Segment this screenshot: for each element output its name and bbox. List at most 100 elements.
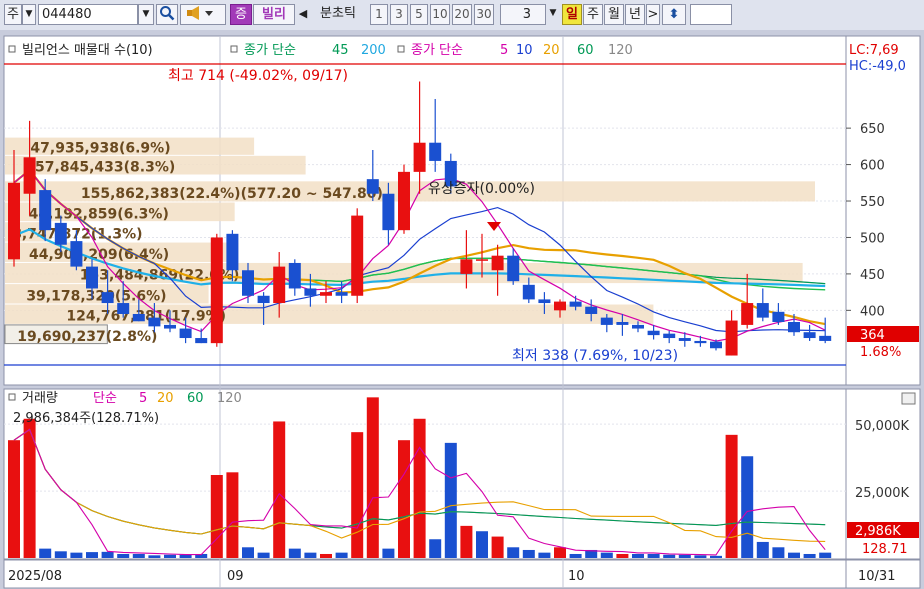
candle-body bbox=[366, 179, 379, 194]
unit-week-button[interactable]: 주 bbox=[583, 4, 603, 25]
sort-icon[interactable]: ⬍ bbox=[662, 4, 686, 25]
volume-bar bbox=[554, 547, 566, 558]
candle-body bbox=[819, 335, 832, 341]
volume-bar bbox=[39, 548, 52, 558]
volume-bar bbox=[351, 432, 364, 558]
count-dropdown-icon[interactable]: ▼ bbox=[546, 4, 560, 25]
price-tick-label: 600 bbox=[860, 159, 885, 174]
period-5-button[interactable]: 5 bbox=[410, 4, 428, 25]
volume-bar bbox=[164, 554, 176, 558]
volume-legend-120: 120 bbox=[217, 391, 242, 406]
volume-bar bbox=[257, 552, 270, 558]
volume-profile-label: 19,690,237(2.8%) bbox=[17, 329, 157, 345]
candle-body bbox=[351, 215, 364, 296]
max-annotation: 최고 714 (-49.02%, 09/17) bbox=[168, 68, 348, 84]
count-input[interactable]: 3 bbox=[500, 4, 546, 25]
market-select[interactable]: 주 bbox=[4, 4, 22, 25]
legend-b-value-5: 5 bbox=[500, 43, 508, 58]
candle-body bbox=[429, 142, 442, 161]
min-annotation: 최저 338 (7.69%, 10/23) bbox=[512, 348, 678, 364]
volume-bar bbox=[148, 555, 161, 558]
volume-title: 거래량 bbox=[22, 391, 58, 406]
candle-body bbox=[632, 324, 644, 329]
period-30-button[interactable]: 30 bbox=[474, 4, 494, 25]
flag-badge: 증 bbox=[230, 4, 252, 25]
volume-bar bbox=[600, 552, 613, 558]
unit-year-button[interactable]: 년 bbox=[625, 4, 645, 25]
period-3-button[interactable]: 3 bbox=[390, 4, 408, 25]
volume-bar bbox=[444, 442, 457, 558]
prev-button[interactable]: ◀ bbox=[297, 4, 309, 25]
period-10-button[interactable]: 10 bbox=[430, 4, 450, 25]
candle-body bbox=[304, 288, 317, 296]
volume-bar bbox=[429, 539, 442, 558]
code-input[interactable]: 044480 bbox=[38, 4, 138, 25]
volume-last-value: 2,986K bbox=[855, 524, 901, 539]
candle-body bbox=[788, 322, 800, 333]
chart-title: 빌리언스 매물대 수(10) bbox=[22, 43, 153, 58]
volume-bar bbox=[288, 548, 301, 558]
volume-bar bbox=[756, 541, 769, 558]
volume-bar bbox=[132, 553, 145, 558]
candle-body bbox=[476, 259, 488, 261]
candle-body bbox=[117, 303, 130, 314]
volume-bar bbox=[569, 553, 582, 558]
legend-b-value-120: 120 bbox=[608, 43, 633, 58]
volume-bar bbox=[8, 440, 20, 558]
candle-body bbox=[257, 295, 270, 304]
volume-bar bbox=[70, 552, 83, 558]
legend-b-value-20: 20 bbox=[543, 43, 560, 58]
volume-bar bbox=[366, 397, 379, 558]
volume-bar bbox=[242, 547, 254, 558]
speaker-icon[interactable] bbox=[180, 4, 226, 25]
current-percent: 1.68% bbox=[860, 345, 901, 360]
candle-body bbox=[803, 332, 816, 339]
volume-bar bbox=[741, 456, 754, 558]
volume-bar bbox=[304, 552, 317, 558]
volume-info: 2,986,384주(128.71%) bbox=[13, 411, 159, 426]
volume-bar bbox=[413, 418, 426, 558]
candle-body bbox=[522, 284, 535, 300]
stock-chart: 47,935,938(6.9%) 57,845,433(8.3%) 155,862,… bbox=[0, 30, 924, 589]
candle-body bbox=[54, 222, 67, 245]
candle-body bbox=[585, 306, 598, 314]
candle-body bbox=[756, 303, 769, 318]
volume-profile-label: 155,862,383(22.4%)(577.20 ~ 547.80) bbox=[81, 186, 383, 202]
date-label-09: 09 bbox=[227, 569, 244, 584]
candle-body bbox=[335, 292, 348, 296]
volume-profile-label: 39,178,320(5.6%) bbox=[26, 288, 166, 304]
unit-month-button[interactable]: 월 bbox=[604, 4, 624, 25]
market-dropdown-icon[interactable]: ▼ bbox=[22, 4, 36, 25]
magnifier-icon[interactable] bbox=[156, 4, 178, 25]
candle-body bbox=[741, 303, 754, 325]
period-type-label[interactable]: 분초틱 bbox=[310, 4, 366, 25]
candle-body bbox=[242, 270, 254, 296]
period-1-button[interactable]: 1 bbox=[370, 4, 388, 25]
next-button[interactable]: > bbox=[646, 4, 660, 25]
legend-b-label: 종가 단순 bbox=[411, 43, 463, 58]
candle-body bbox=[320, 292, 332, 296]
candle-body bbox=[70, 241, 83, 267]
volume-bar bbox=[803, 553, 816, 558]
hc-label: HC:-49,0 bbox=[849, 59, 906, 74]
volume-tick-1: 50,000K bbox=[855, 419, 909, 434]
period-20-button[interactable]: 20 bbox=[452, 4, 472, 25]
candle-body bbox=[226, 233, 239, 271]
date-label-10: 10 bbox=[568, 569, 585, 584]
toolbar: 주 ▼ 044480 ▼ 증 빌리 ◀ 분초틱 1 3 5 10 20 30 3… bbox=[0, 0, 924, 31]
candle-body bbox=[8, 182, 20, 260]
volume-bar bbox=[476, 531, 488, 558]
code-dropdown-icon[interactable]: ▼ bbox=[138, 4, 154, 25]
stock-name: 빌리 bbox=[253, 4, 295, 25]
legend-a-value-45: 45 bbox=[332, 43, 349, 58]
price-tick-label: 400 bbox=[860, 304, 885, 319]
volume-bar bbox=[710, 555, 722, 558]
volume-legend-20: 20 bbox=[157, 391, 174, 406]
volume-bar bbox=[210, 475, 223, 558]
extra-input[interactable] bbox=[690, 4, 732, 25]
pane-menu-icon[interactable] bbox=[901, 392, 916, 405]
candle-body bbox=[569, 301, 582, 307]
volume-bar bbox=[663, 554, 676, 558]
unit-day-button[interactable]: 일 bbox=[562, 4, 582, 25]
candle-body bbox=[273, 266, 286, 304]
